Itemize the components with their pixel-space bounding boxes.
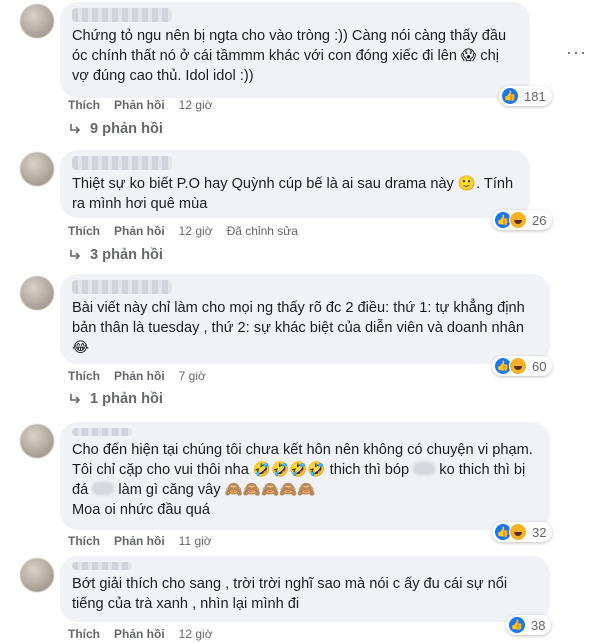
timestamp[interactable]: 7 giờ	[179, 369, 206, 383]
reaction-summary[interactable]: 👍 181	[499, 86, 552, 106]
comment-bubble: Chứng tỏ ngu nên bị ngta cho vào tròng :…	[60, 2, 530, 98]
avatar[interactable]	[20, 424, 54, 458]
comment-actions: Thích Phản hồi 11 giờ	[68, 534, 212, 548]
comment-text-line4: Moa oi nhức đầu quá	[72, 502, 210, 518]
more-options-icon[interactable]: ···	[566, 42, 587, 63]
reaction-count: 38	[531, 617, 546, 633]
reply-button[interactable]: Phản hồi	[114, 534, 165, 548]
redacted-word	[92, 482, 115, 495]
author-name-redacted[interactable]	[72, 562, 132, 570]
reaction-summary[interactable]: 👍 32	[492, 522, 553, 542]
comment-text: Bài viết này chỉ làm cho mọi ng thấy rõ …	[72, 300, 525, 356]
reply-arrow-icon	[70, 124, 81, 134]
reply-button[interactable]: Phản hồi	[114, 98, 165, 112]
author-name-redacted[interactable]	[72, 428, 132, 436]
timestamp[interactable]: 12 giờ	[179, 627, 213, 641]
reaction-summary[interactable]: 👍 26	[492, 210, 553, 230]
view-replies-button[interactable]: 9 phản hồi	[68, 121, 163, 137]
haha-reaction-icon	[509, 523, 527, 541]
redacted-word	[413, 462, 436, 475]
comment-text: Chứng tỏ ngu nên bị ngta cho vào tròng :…	[72, 28, 507, 84]
avatar[interactable]	[20, 276, 54, 310]
like-button[interactable]: Thích	[68, 627, 100, 641]
reply-button[interactable]: Phản hồi	[114, 627, 165, 641]
comment-bubble: Bớt giải thích cho sang , trời trời nghĩ…	[60, 556, 550, 622]
comment-text-part3: làm gì căng vây 🙈🙈🙈🙈🙈	[118, 482, 316, 498]
like-button[interactable]: Thích	[68, 369, 100, 383]
reply-button[interactable]: Phản hồi	[114, 369, 165, 383]
like-button[interactable]: Thích	[68, 98, 100, 112]
edited-label: Đã chỉnh sửa	[226, 224, 298, 238]
author-name-redacted[interactable]	[72, 156, 172, 170]
comment-actions: Thích Phản hồi 12 giờ	[68, 627, 213, 641]
timestamp[interactable]: 12 giờ	[179, 224, 213, 238]
reaction-summary[interactable]: 👍 38	[506, 615, 552, 635]
like-button[interactable]: Thích	[68, 224, 100, 238]
author-name-redacted[interactable]	[72, 8, 172, 22]
like-reaction-icon: 👍	[501, 87, 519, 105]
avatar[interactable]	[20, 558, 54, 592]
avatar[interactable]	[20, 4, 54, 38]
comment-actions: Thích Phản hồi 7 giờ	[68, 369, 206, 383]
haha-reaction-icon	[509, 357, 527, 375]
view-replies-button[interactable]: 3 phản hồi	[68, 247, 163, 263]
comment-actions: Thích Phản hồi 12 giờ	[68, 98, 213, 112]
comment-bubble: Cho đến hiện tại chúng tôi chưa kết hôn …	[60, 422, 550, 530]
reaction-summary[interactable]: 👍 60	[492, 356, 553, 376]
timestamp[interactable]: 11 giờ	[179, 534, 212, 548]
reaction-count: 32	[532, 524, 547, 540]
like-reaction-icon: 👍	[508, 616, 526, 634]
reply-arrow-icon	[70, 250, 81, 260]
reply-button[interactable]: Phản hồi	[114, 224, 165, 238]
view-replies-button[interactable]: 1 phản hồi	[68, 391, 163, 407]
comment-text: Cho đến hiện tại chúng tôi chưa kết hôn …	[72, 440, 538, 520]
comment-text: Bớt giải thích cho sang , trời trời nghĩ…	[72, 576, 508, 612]
comment-text: Thiệt sự ko biết P.O hay Quỳnh cúp bế là…	[72, 176, 514, 212]
replies-count-label: 3 phản hồi	[90, 247, 163, 263]
replies-count-label: 1 phản hồi	[90, 391, 163, 407]
avatar[interactable]	[20, 152, 54, 186]
author-name-redacted[interactable]	[72, 280, 172, 294]
comment-bubble: Bài viết này chỉ làm cho mọi ng thấy rõ …	[60, 274, 550, 364]
replies-count-label: 9 phản hồi	[90, 121, 163, 137]
reply-arrow-icon	[70, 394, 81, 404]
timestamp[interactable]: 12 giờ	[179, 98, 213, 112]
haha-reaction-icon	[509, 211, 527, 229]
like-button[interactable]: Thích	[68, 534, 100, 548]
comment-actions: Thích Phản hồi 12 giờ Đã chỉnh sửa	[68, 224, 298, 238]
reaction-count: 26	[532, 212, 547, 228]
comment-bubble: Thiệt sự ko biết P.O hay Quỳnh cúp bế là…	[60, 150, 530, 218]
reaction-count: 181	[524, 88, 546, 104]
reaction-count: 60	[532, 358, 547, 374]
